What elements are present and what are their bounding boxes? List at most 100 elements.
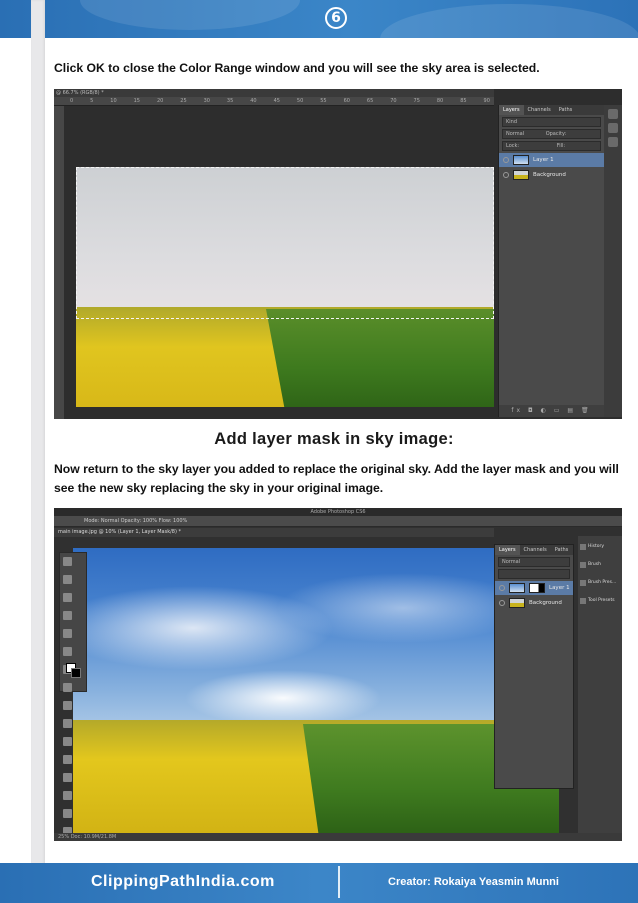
lock-row [498, 569, 570, 579]
ruler-tick-label: 35 [226, 98, 234, 104]
selection-marquee [76, 167, 494, 319]
brush-tool-icon [63, 683, 72, 692]
tab-paths: Paths [554, 547, 569, 553]
panel-icon-strip [604, 105, 622, 417]
header-band [0, 0, 638, 38]
blend-mode-value: Normal [506, 131, 525, 137]
tab-layers: Layers [495, 545, 520, 555]
layer-name: Background [533, 172, 566, 178]
brush-icon [608, 137, 618, 147]
lock-row: Lock: Fill: [502, 141, 601, 151]
ruler-tick-label: 30 [203, 98, 210, 104]
screenshot-layer-mask: Adobe Photoshop CS6 Mode: Normal Opacity… [54, 508, 622, 841]
section-heading: Add layer mask in sky image: [214, 430, 454, 448]
window-title: Adobe Photoshop CS6 [54, 508, 622, 516]
dock-label: History [588, 544, 605, 549]
options-bar: Mode: Normal Opacity: 100% Flow: 100% [54, 516, 622, 527]
green-field [266, 309, 494, 407]
footer-brand: ClippingPathIndia.com [91, 873, 275, 890]
ruler-tick-label: 75 [413, 98, 420, 104]
layer-name: Background [529, 600, 562, 606]
opacity-label: Opacity: [545, 131, 567, 137]
panel-tabs: Layers Channels Paths [495, 545, 573, 555]
ruler-tick-label: 0 [70, 98, 74, 104]
status-bar: 25% Doc: 10.9M/21.8M [54, 833, 622, 841]
ruler-tick-label: 15 [133, 98, 140, 104]
eyedropper-tool-icon [63, 647, 72, 656]
history-icon [608, 123, 618, 133]
screenshot-color-range-selection: @ 66.7% (RGB/8) * 0 5 10 15 20 25 30 35 40 45 50 55… [54, 89, 622, 419]
wand-tool-icon [63, 611, 72, 620]
ruler-tick-label: 50 [296, 98, 304, 104]
eye-icon [499, 585, 505, 591]
layer-row-background: Background [495, 596, 573, 610]
dock-label: Tool Presets [588, 598, 615, 603]
ruler-tick-label: 60 [343, 98, 350, 104]
layer-row-background: Background [499, 168, 604, 182]
pen-tool-icon [63, 809, 72, 818]
panel-tabs: Layers Channels Paths [499, 105, 604, 115]
ruler-tick-label: 20 [156, 98, 164, 104]
ruler-tick-label: 25 [180, 98, 187, 104]
footer-divider [338, 866, 340, 898]
blue-sky [73, 548, 559, 726]
kind-filter: Kind [502, 117, 601, 127]
dock-label: Brush [588, 562, 601, 567]
move-tool-icon [63, 557, 72, 566]
document-tab: main image.jpg @ 10% (Layer 1, Layer Mas… [54, 528, 494, 537]
dock-item-brush-presets: Brush Pres... [578, 576, 622, 590]
document-tab: @ 66.7% (RGB/8) * [54, 89, 494, 97]
tab-channels: Channels [527, 107, 551, 113]
eye-icon [503, 172, 509, 178]
blend-mode-select: Normal Opacity: [502, 129, 601, 139]
layer-mask-thumbnail [529, 583, 545, 593]
brush-icon [580, 562, 586, 568]
eraser-tool-icon [63, 737, 72, 746]
right-dock: History Brush Brush Pres... Tool Presets [578, 536, 622, 836]
ruler-tick-label: 70 [390, 98, 397, 104]
instruction-text-1: Click OK to close the Color Range window… [54, 61, 540, 75]
ruler-tick-label: 55 [320, 98, 327, 104]
tools-panel [59, 552, 87, 836]
horizontal-ruler: 0 5 10 15 20 25 30 35 40 45 50 55 60 65 70 75 80 85 90 [54, 97, 494, 106]
lock-label: Lock: [506, 143, 520, 149]
layer-thumbnail [509, 583, 525, 593]
tab-channels: Channels [523, 547, 547, 553]
page-edge-strip [31, 0, 45, 903]
page-number-badge: 6 [325, 7, 347, 29]
crop-tool-icon [63, 629, 72, 638]
dock-item-tool-presets: Tool Presets [578, 594, 622, 608]
history-brush-tool-icon [63, 719, 72, 728]
ruler-numbers: 0 5 10 15 20 25 30 35 40 45 50 55 60 65 70 75 80 85 90 [70, 97, 490, 106]
dock-item-brush: Brush [578, 558, 622, 572]
ruler-tick-label: 80 [436, 98, 444, 104]
layers-panel: Layers Channels Paths Kind Normal Opacit… [498, 105, 604, 417]
dock-item-history: History [578, 540, 622, 554]
lasso-tool-icon [63, 593, 72, 602]
canvas-photo [73, 548, 559, 833]
layer-name: Layer 1 [533, 157, 554, 163]
layer-row-layer-1: Layer 1 [495, 581, 573, 595]
layer-thumbnail [513, 155, 529, 165]
vertical-ruler [54, 106, 64, 419]
dodge-tool-icon [63, 791, 72, 800]
ruler-tick-label: 85 [460, 98, 467, 104]
gradient-tool-icon [63, 755, 72, 764]
ruler-tick-label: 45 [273, 98, 280, 104]
instruction-text-2: Now return to the sky layer you added to… [54, 462, 619, 495]
collapse-icon [608, 109, 618, 119]
layer-row-layer-1: Layer 1 [499, 153, 604, 167]
tab-paths: Paths [558, 107, 573, 113]
marquee-tool-icon [63, 575, 72, 584]
blend-mode-select: Normal [498, 557, 570, 567]
dock-label: Brush Pres... [588, 580, 617, 585]
tool-presets-icon [580, 598, 586, 604]
eye-icon [503, 157, 509, 163]
panel-footer-icons: fx ◘ ◐ ▭ ▤ 🗑 [499, 405, 604, 417]
tab-layers: Layers [499, 105, 524, 115]
footer-creator: Creator: Rokaiya Yeasmin Munni [388, 876, 559, 888]
blur-tool-icon [63, 773, 72, 782]
fill-label: Fill: [556, 143, 566, 149]
layer-name: Layer 1 [549, 585, 570, 591]
history-icon [580, 544, 586, 550]
